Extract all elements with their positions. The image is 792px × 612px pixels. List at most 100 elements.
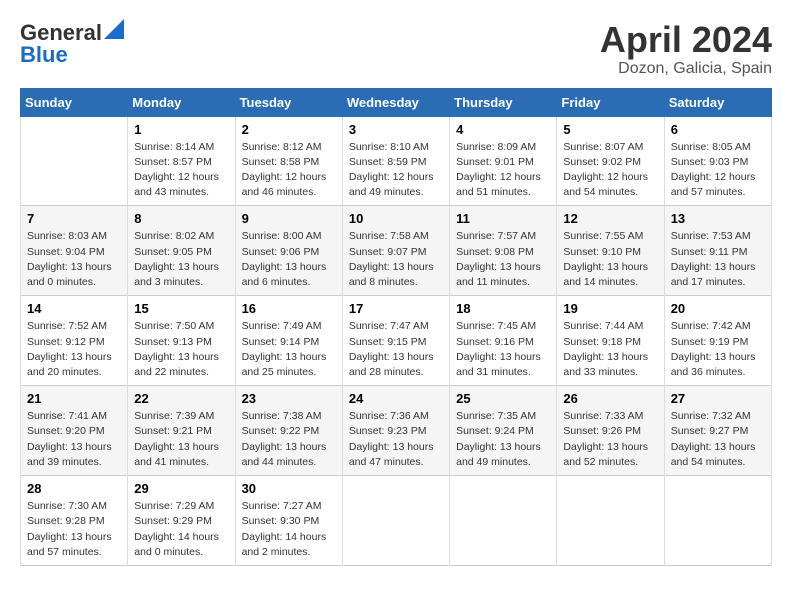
day-info: Sunrise: 8:07 AMSunset: 9:02 PMDaylight:… (563, 140, 658, 201)
day-number: 8 (134, 211, 229, 226)
day-info: Sunrise: 8:09 AMSunset: 9:01 PMDaylight:… (456, 140, 551, 201)
day-number: 21 (27, 391, 122, 406)
day-info: Sunrise: 8:03 AMSunset: 9:04 PMDaylight:… (27, 229, 122, 290)
calendar-cell: 14 Sunrise: 7:52 AMSunset: 9:12 PMDaylig… (21, 296, 128, 386)
column-headers: SundayMondayTuesdayWednesdayThursdayFrid… (21, 88, 772, 116)
day-number: 11 (456, 211, 551, 226)
calendar-cell: 3 Sunrise: 8:10 AMSunset: 8:59 PMDayligh… (342, 116, 449, 206)
calendar-cell: 9 Sunrise: 8:00 AMSunset: 9:06 PMDayligh… (235, 206, 342, 296)
day-info: Sunrise: 8:10 AMSunset: 8:59 PMDaylight:… (349, 140, 444, 201)
calendar-cell: 20 Sunrise: 7:42 AMSunset: 9:19 PMDaylig… (664, 296, 771, 386)
day-number: 9 (242, 211, 337, 226)
calendar-cell: 27 Sunrise: 7:32 AMSunset: 9:27 PMDaylig… (664, 386, 771, 476)
calendar-cell: 5 Sunrise: 8:07 AMSunset: 9:02 PMDayligh… (557, 116, 664, 206)
day-number: 19 (563, 301, 658, 316)
day-info: Sunrise: 7:49 AMSunset: 9:14 PMDaylight:… (242, 319, 337, 380)
calendar-cell: 1 Sunrise: 8:14 AMSunset: 8:57 PMDayligh… (128, 116, 235, 206)
day-info: Sunrise: 7:53 AMSunset: 9:11 PMDaylight:… (671, 229, 766, 290)
col-header-wednesday: Wednesday (342, 88, 449, 116)
day-info: Sunrise: 7:45 AMSunset: 9:16 PMDaylight:… (456, 319, 551, 380)
day-number: 7 (27, 211, 122, 226)
day-info: Sunrise: 7:32 AMSunset: 9:27 PMDaylight:… (671, 409, 766, 470)
calendar-cell: 12 Sunrise: 7:55 AMSunset: 9:10 PMDaylig… (557, 206, 664, 296)
day-number: 30 (242, 481, 337, 496)
calendar-table: SundayMondayTuesdayWednesdayThursdayFrid… (20, 88, 772, 566)
day-number: 3 (349, 122, 444, 137)
calendar-cell: 8 Sunrise: 8:02 AMSunset: 9:05 PMDayligh… (128, 206, 235, 296)
title-area: April 2024 Dozon, Galicia, Spain (600, 20, 772, 78)
day-number: 27 (671, 391, 766, 406)
day-number: 4 (456, 122, 551, 137)
day-info: Sunrise: 7:35 AMSunset: 9:24 PMDaylight:… (456, 409, 551, 470)
day-number: 10 (349, 211, 444, 226)
day-number: 16 (242, 301, 337, 316)
day-info: Sunrise: 7:30 AMSunset: 9:28 PMDaylight:… (27, 499, 122, 560)
calendar-cell: 17 Sunrise: 7:47 AMSunset: 9:15 PMDaylig… (342, 296, 449, 386)
day-info: Sunrise: 7:36 AMSunset: 9:23 PMDaylight:… (349, 409, 444, 470)
location-title: Dozon, Galicia, Spain (600, 60, 772, 78)
logo-icon (104, 19, 124, 39)
day-info: Sunrise: 8:12 AMSunset: 8:58 PMDaylight:… (242, 140, 337, 201)
day-info: Sunrise: 7:44 AMSunset: 9:18 PMDaylight:… (563, 319, 658, 380)
day-info: Sunrise: 7:42 AMSunset: 9:19 PMDaylight:… (671, 319, 766, 380)
calendar-cell (557, 476, 664, 566)
day-info: Sunrise: 7:38 AMSunset: 9:22 PMDaylight:… (242, 409, 337, 470)
day-number: 14 (27, 301, 122, 316)
col-header-sunday: Sunday (21, 88, 128, 116)
calendar-cell: 23 Sunrise: 7:38 AMSunset: 9:22 PMDaylig… (235, 386, 342, 476)
day-number: 26 (563, 391, 658, 406)
header: General Blue April 2024 Dozon, Galicia, … (20, 20, 772, 78)
day-number: 6 (671, 122, 766, 137)
logo-blue-text: Blue (20, 42, 68, 68)
calendar-cell: 18 Sunrise: 7:45 AMSunset: 9:16 PMDaylig… (450, 296, 557, 386)
day-info: Sunrise: 7:41 AMSunset: 9:20 PMDaylight:… (27, 409, 122, 470)
day-info: Sunrise: 8:05 AMSunset: 9:03 PMDaylight:… (671, 140, 766, 201)
week-row-3: 14 Sunrise: 7:52 AMSunset: 9:12 PMDaylig… (21, 296, 772, 386)
col-header-tuesday: Tuesday (235, 88, 342, 116)
day-number: 28 (27, 481, 122, 496)
week-row-4: 21 Sunrise: 7:41 AMSunset: 9:20 PMDaylig… (21, 386, 772, 476)
day-info: Sunrise: 7:58 AMSunset: 9:07 PMDaylight:… (349, 229, 444, 290)
month-title: April 2024 (600, 20, 772, 60)
logo: General Blue (20, 20, 124, 68)
day-number: 20 (671, 301, 766, 316)
calendar-cell: 15 Sunrise: 7:50 AMSunset: 9:13 PMDaylig… (128, 296, 235, 386)
day-number: 12 (563, 211, 658, 226)
day-info: Sunrise: 7:39 AMSunset: 9:21 PMDaylight:… (134, 409, 229, 470)
day-number: 22 (134, 391, 229, 406)
calendar-cell: 13 Sunrise: 7:53 AMSunset: 9:11 PMDaylig… (664, 206, 771, 296)
calendar-cell (450, 476, 557, 566)
day-number: 18 (456, 301, 551, 316)
week-row-5: 28 Sunrise: 7:30 AMSunset: 9:28 PMDaylig… (21, 476, 772, 566)
day-number: 17 (349, 301, 444, 316)
day-info: Sunrise: 7:55 AMSunset: 9:10 PMDaylight:… (563, 229, 658, 290)
calendar-cell (342, 476, 449, 566)
calendar-cell: 7 Sunrise: 8:03 AMSunset: 9:04 PMDayligh… (21, 206, 128, 296)
calendar-cell: 24 Sunrise: 7:36 AMSunset: 9:23 PMDaylig… (342, 386, 449, 476)
calendar-cell: 22 Sunrise: 7:39 AMSunset: 9:21 PMDaylig… (128, 386, 235, 476)
calendar-cell: 28 Sunrise: 7:30 AMSunset: 9:28 PMDaylig… (21, 476, 128, 566)
day-number: 1 (134, 122, 229, 137)
day-info: Sunrise: 7:52 AMSunset: 9:12 PMDaylight:… (27, 319, 122, 380)
calendar-cell: 2 Sunrise: 8:12 AMSunset: 8:58 PMDayligh… (235, 116, 342, 206)
calendar-body: 1 Sunrise: 8:14 AMSunset: 8:57 PMDayligh… (21, 116, 772, 565)
day-number: 25 (456, 391, 551, 406)
day-info: Sunrise: 8:14 AMSunset: 8:57 PMDaylight:… (134, 140, 229, 201)
calendar-cell: 16 Sunrise: 7:49 AMSunset: 9:14 PMDaylig… (235, 296, 342, 386)
day-number: 13 (671, 211, 766, 226)
day-number: 23 (242, 391, 337, 406)
day-info: Sunrise: 8:02 AMSunset: 9:05 PMDaylight:… (134, 229, 229, 290)
calendar-cell: 4 Sunrise: 8:09 AMSunset: 9:01 PMDayligh… (450, 116, 557, 206)
week-row-2: 7 Sunrise: 8:03 AMSunset: 9:04 PMDayligh… (21, 206, 772, 296)
day-number: 24 (349, 391, 444, 406)
day-info: Sunrise: 7:29 AMSunset: 9:29 PMDaylight:… (134, 499, 229, 560)
calendar-cell: 19 Sunrise: 7:44 AMSunset: 9:18 PMDaylig… (557, 296, 664, 386)
calendar-cell: 26 Sunrise: 7:33 AMSunset: 9:26 PMDaylig… (557, 386, 664, 476)
calendar-cell: 21 Sunrise: 7:41 AMSunset: 9:20 PMDaylig… (21, 386, 128, 476)
day-info: Sunrise: 7:33 AMSunset: 9:26 PMDaylight:… (563, 409, 658, 470)
day-number: 2 (242, 122, 337, 137)
day-info: Sunrise: 7:57 AMSunset: 9:08 PMDaylight:… (456, 229, 551, 290)
day-info: Sunrise: 7:50 AMSunset: 9:13 PMDaylight:… (134, 319, 229, 380)
calendar-cell (664, 476, 771, 566)
col-header-friday: Friday (557, 88, 664, 116)
